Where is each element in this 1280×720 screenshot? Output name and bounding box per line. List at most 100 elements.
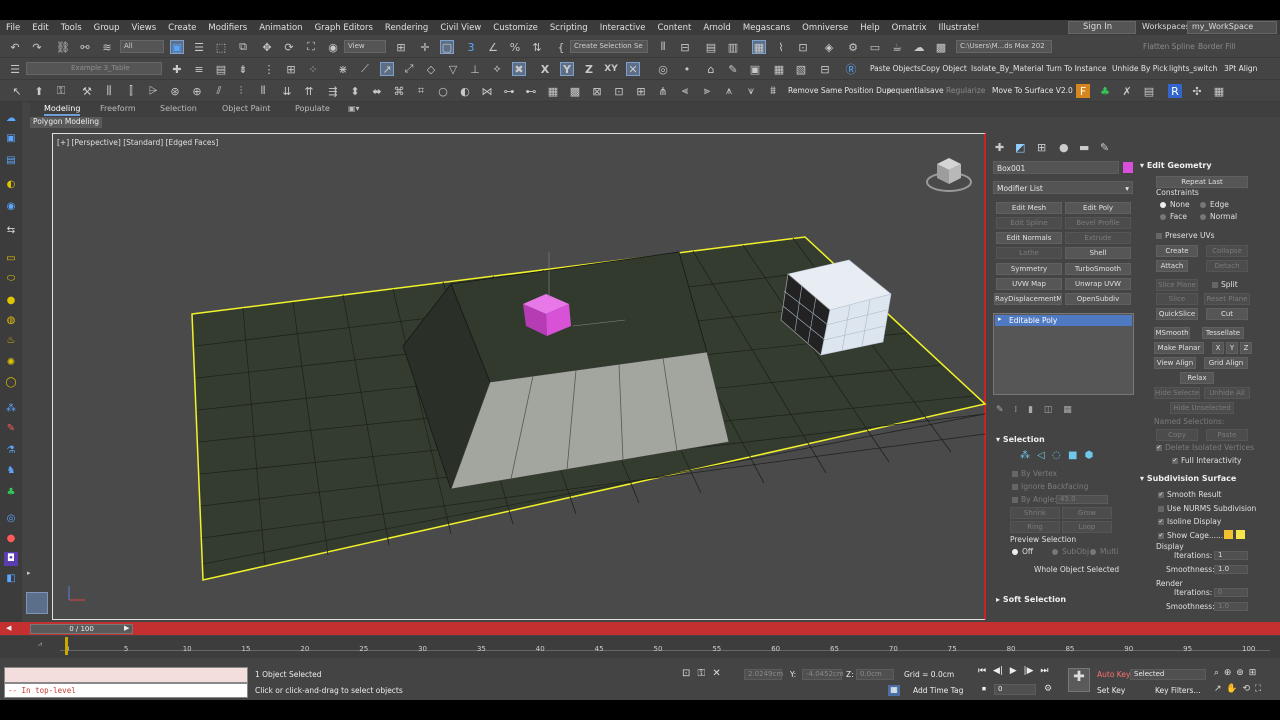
smooth-result-checkbox[interactable]: ✓ Smooth Result [1158, 490, 1222, 499]
layer-dropdown[interactable]: Example 3_Table [26, 62, 162, 75]
tool-r-icon[interactable]: ◐ [458, 84, 472, 98]
show-cage-checkbox[interactable]: ✓ Show Cage...... [1158, 531, 1223, 540]
reference-coordinate-dropdown[interactable]: View [344, 40, 386, 53]
table-icon[interactable]: ▤ [1142, 84, 1156, 98]
spinner-snap-icon[interactable]: ⇅ [530, 40, 544, 54]
tool-t-icon[interactable]: ⊶ [502, 84, 516, 98]
tool-af-icon[interactable]: ⩩ [766, 84, 780, 98]
move-to-surface-button[interactable]: Move To Surface V2.0 [992, 86, 1073, 95]
menu-illustrate[interactable]: Illustrate! [933, 23, 986, 33]
tool-l-icon[interactable]: ⇶ [326, 84, 340, 98]
subdivision-rollout-header[interactable]: ▾ Subdivision Surface [1140, 474, 1236, 483]
ring-button[interactable]: Ring [1010, 521, 1060, 533]
pin-icon[interactable]: ⬆ [32, 84, 46, 98]
tool-a-icon[interactable]: ⚒ [80, 84, 94, 98]
house-icon[interactable]: ⌂ [704, 62, 718, 76]
render-activeshade-icon[interactable]: ☁ [912, 40, 926, 54]
scale-icon[interactable]: ⛶ [304, 40, 318, 54]
grid-align-button[interactable]: Grid Align [1204, 357, 1248, 369]
place-icon[interactable]: ◉ [326, 40, 340, 54]
unwrap-uvw-button[interactable]: Unwrap UVW [1065, 278, 1131, 290]
menu-modifiers[interactable]: Modifiers [202, 23, 253, 33]
axis-z-button[interactable]: Z [582, 62, 596, 76]
tool-w-icon[interactable]: ▩ [568, 84, 582, 98]
add-time-tag-button[interactable]: Add Time Tag [913, 686, 963, 695]
unhide-all-button[interactable]: Unhide All [1204, 387, 1250, 399]
sign-in-button[interactable]: Sign In [1068, 21, 1136, 34]
pivot-snap-icon[interactable]: ▽ [446, 62, 460, 76]
bind-space-warp-icon[interactable]: ≋ [100, 40, 114, 54]
cylinder-primitive-icon[interactable]: ⬭ [4, 272, 18, 286]
tab-freeform[interactable]: Freeform [100, 104, 136, 113]
edit-geometry-rollout-header[interactable]: ▾ Edit Geometry [1140, 161, 1212, 170]
viewport-nav-icons-top[interactable]: ⌕ ⊕ ⊛ ⊞ [1214, 668, 1256, 678]
axis-constraint-icon[interactable]: ✖ [512, 62, 526, 76]
add-to-layer-icon[interactable]: ≡ [192, 62, 206, 76]
menu-interactive[interactable]: Interactive [594, 23, 652, 33]
time-slider-next-icon[interactable]: ▶ [124, 624, 129, 632]
tool-b-icon[interactable]: ⫼ [102, 84, 116, 98]
stack-item-editable-poly[interactable]: Editable Poly [995, 315, 1132, 326]
keyboard-shortcut-override-icon[interactable]: ▢ [440, 40, 454, 54]
create-layer-icon[interactable]: ✚ [170, 62, 184, 76]
cut-button[interactable]: Cut [1206, 308, 1248, 320]
film-icon[interactable]: ▦ [772, 62, 786, 76]
menu-scripting[interactable]: Scripting [544, 23, 594, 33]
menu-edit[interactable]: Edit [26, 23, 54, 33]
tab-modeling[interactable]: Modeling [44, 104, 81, 116]
box-primitive-icon[interactable]: ▭ [4, 252, 18, 266]
auto-key-button[interactable]: Auto Key [1097, 670, 1130, 679]
dot-icon[interactable]: • [680, 62, 694, 76]
tree-icon[interactable]: ♣ [4, 486, 18, 500]
tool-f-icon[interactable]: ⊕ [190, 84, 204, 98]
utilities-tab-icon[interactable]: ✎ [1100, 141, 1109, 154]
sphere-primitive-icon[interactable]: ● [4, 294, 18, 308]
tool-i-icon[interactable]: ⦀ [256, 84, 270, 98]
maxscript-output[interactable]: -- In top-level [4, 683, 248, 698]
menu-help[interactable]: Help [854, 23, 885, 33]
tool-ac-icon[interactable]: ⫸ [700, 84, 714, 98]
edit-normals-button[interactable]: Edit Normals [996, 232, 1062, 244]
max-icon[interactable]: ◘ [4, 552, 18, 566]
tangent-snap-icon[interactable]: ⟡ [490, 62, 504, 76]
subobject-level-icons[interactable]: ⁂ ◁ ◌ ■ ⬢ [1020, 450, 1093, 461]
bend-icon[interactable]: ⚗ [4, 444, 18, 458]
planar-x-button[interactable]: X [1212, 342, 1224, 354]
script-f-icon[interactable]: F [1076, 84, 1090, 98]
constraint-none-radio[interactable]: None [1160, 200, 1190, 209]
collapse-button[interactable]: Collapse [1206, 245, 1248, 257]
border-fill-button[interactable]: Border Fill [1198, 42, 1236, 51]
particles-icon[interactable]: ⁂ [4, 402, 18, 416]
uvw-map-button[interactable]: UVW Map [996, 278, 1062, 290]
key-filters-button[interactable]: Key Filters... [1155, 686, 1201, 695]
tool-u-icon[interactable]: ⊷ [524, 84, 538, 98]
camera-tool-icon[interactable]: ◉ [4, 200, 18, 214]
vertex-snap-icon[interactable]: ⋇ [336, 62, 350, 76]
edit-named-selection-icon[interactable]: { [554, 40, 568, 54]
reset-plane-button[interactable]: Reset Plane [1204, 293, 1250, 305]
reference-icon[interactable]: Ⓡ [844, 62, 858, 76]
tab-populate[interactable]: Populate [295, 104, 330, 113]
tab-selection[interactable]: Selection [160, 104, 197, 113]
tool-k-icon[interactable]: ⇈ [302, 84, 316, 98]
tool-z-icon[interactable]: ⊞ [634, 84, 648, 98]
redo-icon[interactable]: ↷ [30, 40, 44, 54]
edit-spline-button[interactable]: Edit Spline [996, 217, 1062, 229]
unhide-by-pick-button[interactable]: Unhide By Pick [1112, 64, 1168, 73]
playback-controls[interactable]: ⏮ ◀| ▶ |▶ ⏭ [978, 666, 1048, 676]
globe-icon[interactable]: ◎ [4, 512, 18, 526]
relax-button[interactable]: Relax [1180, 372, 1214, 384]
ignore-backfacing-checkbox[interactable]: Ignore Backfacing [1012, 482, 1088, 491]
object-color-swatch[interactable] [1123, 162, 1133, 173]
constraint-normal-radio[interactable]: Normal [1200, 212, 1237, 221]
pointer-icon[interactable]: ↖ [10, 84, 24, 98]
symmetry-button[interactable]: Symmetry [996, 263, 1062, 275]
create-tab-icon[interactable]: ✚ [995, 141, 1004, 154]
material-editor-icon[interactable]: ◈ [822, 40, 836, 54]
opensubdiv-button[interactable]: OpenSubdiv [1065, 293, 1131, 305]
rotate-icon[interactable]: ⟳ [282, 40, 296, 54]
pivot-center-icon[interactable]: ⊞ [394, 40, 408, 54]
tab-object-paint[interactable]: Object Paint [222, 104, 270, 113]
paint-icon[interactable]: ✎ [4, 422, 18, 436]
sun-icon[interactable]: ✺ [4, 356, 18, 370]
